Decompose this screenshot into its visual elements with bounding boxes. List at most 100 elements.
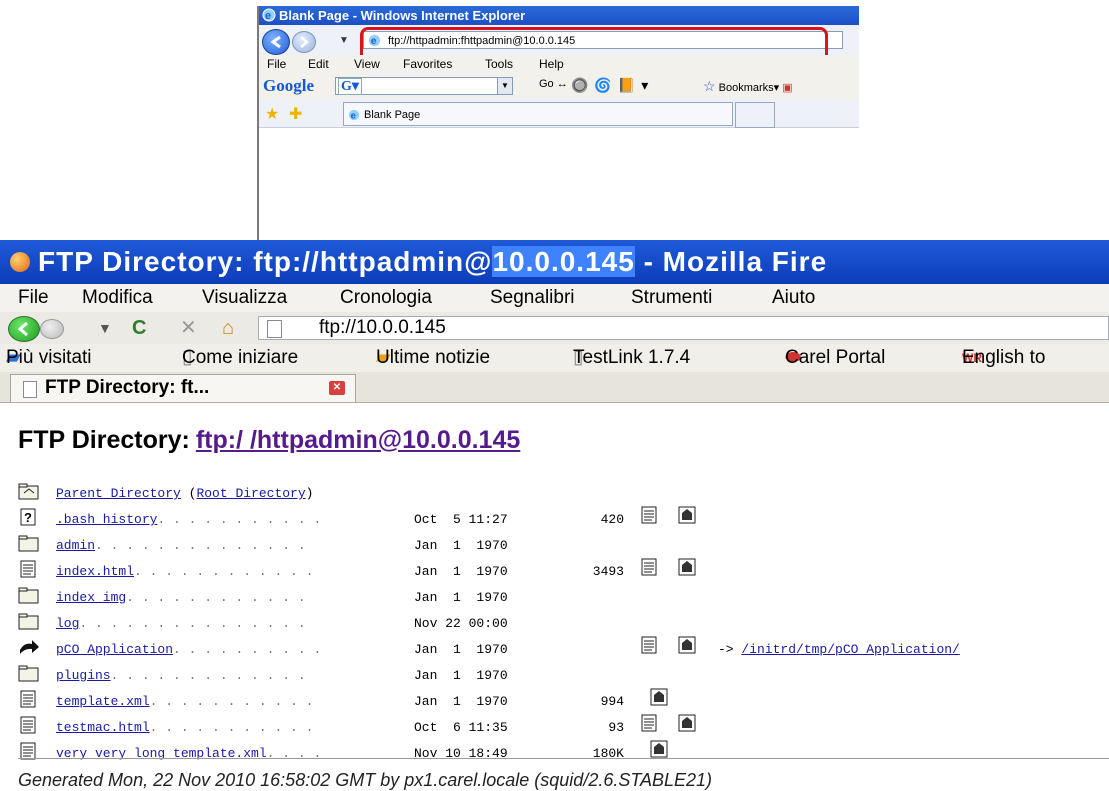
file-link[interactable]: template.xml xyxy=(56,694,150,709)
file-name-cell: log. . . . . . . . . . . . . . . xyxy=(56,616,306,631)
back-arrow-icon xyxy=(17,321,28,337)
file-date: Oct 6 11:35 xyxy=(414,720,508,735)
favorites-star-icon[interactable]: ★ xyxy=(265,104,279,124)
ff-menu-file[interactable]: File xyxy=(18,284,49,312)
back-arrow-icon xyxy=(270,35,281,49)
ie-address-row: ▼ e ftp://httpadmin:fhttpadmin@10.0.0.14… xyxy=(259,25,859,65)
parent-folder-icon xyxy=(18,483,39,500)
ff-menu-aiuto[interactable]: Aiuto xyxy=(772,284,815,312)
ie-bookmarks-button[interactable]: ☆ Bookmarks▾ ▣ xyxy=(703,78,793,95)
file-name-cell: testmac.html. . . . . . . . . . . xyxy=(56,720,314,735)
ie-menu-help[interactable]: Help xyxy=(539,55,564,73)
root-directory-link[interactable]: Root Directory xyxy=(196,486,305,501)
ff-history-dropdown-icon[interactable]: ▼ xyxy=(98,313,112,343)
view-button[interactable] xyxy=(640,558,658,576)
ie-new-tab-button[interactable] xyxy=(735,102,775,128)
google-go-button[interactable]: Go ↔ xyxy=(539,78,568,90)
view-file-icon[interactable] xyxy=(640,506,658,524)
download-icon[interactable] xyxy=(650,740,668,758)
ff-tab-ftp-directory[interactable]: FTP Directory: ft... ✕ xyxy=(10,374,356,402)
view-file-icon[interactable] xyxy=(640,558,658,576)
ff-menu-strumenti[interactable]: Strumenti xyxy=(631,284,712,312)
symlink-target-link[interactable]: /initrd/tmp/pCO_Application/ xyxy=(741,642,959,657)
ie-menu-tools[interactable]: Tools xyxy=(485,55,513,73)
ie-forward-button[interactable] xyxy=(292,31,316,53)
ie-menu-file[interactable]: File xyxy=(267,55,286,73)
ff-menubar: File Modifica Visualizza Cronologia Segn… xyxy=(0,284,1109,312)
download-button[interactable] xyxy=(678,558,696,576)
ie-menu-edit[interactable]: Edit xyxy=(308,55,329,73)
file-link[interactable]: log xyxy=(56,616,79,631)
star-icon: ☆ xyxy=(703,78,716,94)
file-icon xyxy=(20,560,36,578)
file-link[interactable]: pCO_Application xyxy=(56,642,173,657)
view-button[interactable] xyxy=(640,506,658,524)
file-date: Jan 1 1970 xyxy=(414,642,508,657)
ff-menu-segnalibri[interactable]: Segnalibri xyxy=(490,284,575,312)
file-date: Oct 5 11:27 xyxy=(414,512,508,527)
ie-menu-favorites[interactable]: Favorites xyxy=(403,55,452,73)
table-row: plugins. . . . . . . . . . . . . Jan 1 19… xyxy=(18,662,1078,688)
ff-forward-button[interactable] xyxy=(40,319,64,339)
ie-tab-icon: e xyxy=(348,109,360,120)
table-row: pCO_Application. . . . . . . . . . Jan 1 … xyxy=(18,636,1078,662)
ff-url-bar[interactable]: ftp://10.0.0.145 xyxy=(258,316,1109,340)
download-icon[interactable] xyxy=(678,558,696,576)
view-file-icon[interactable] xyxy=(640,714,658,732)
pagerank-icon: ▣ xyxy=(782,82,793,94)
reload-icon[interactable]: C xyxy=(132,313,146,343)
unknown-file-icon: ? xyxy=(20,508,36,526)
ie-tab-blank-page[interactable]: e Blank Page xyxy=(343,102,733,126)
view-button[interactable] xyxy=(640,636,658,654)
ie-menu-view[interactable]: View xyxy=(354,55,380,73)
download-button[interactable] xyxy=(678,506,696,524)
ie-logo-icon: e xyxy=(262,8,276,22)
download-button[interactable] xyxy=(678,636,696,654)
view-button[interactable] xyxy=(640,714,658,732)
chevron-down-icon[interactable]: ▼ xyxy=(497,78,512,94)
symlink-target: -> /initrd/tmp/pCO_Application/ xyxy=(718,642,960,657)
ff-back-button[interactable] xyxy=(8,316,40,342)
file-link[interactable]: .bash_history xyxy=(56,512,157,527)
firefox-logo-icon xyxy=(10,252,30,272)
table-row: index_img. . . . . . . . . . . . Jan 1 19… xyxy=(18,584,1078,610)
download-icon[interactable] xyxy=(678,714,696,732)
ff-bookmarks-bar: ▰ Più visitati ▯ Come iniziare ▰ Ultime … xyxy=(0,344,1109,372)
file-size: 420 xyxy=(600,512,624,527)
ff-menu-cronologia[interactable]: Cronologia xyxy=(340,284,432,312)
close-tab-icon[interactable]: ✕ xyxy=(329,381,345,395)
file-link[interactable]: index_img xyxy=(56,590,126,605)
download-icon[interactable] xyxy=(678,636,696,654)
google-search-input[interactable]: G▾ ▼ xyxy=(335,77,513,95)
forward-arrow-icon xyxy=(300,36,309,48)
download-icon[interactable] xyxy=(650,688,668,706)
ff-menu-modifica[interactable]: Modifica xyxy=(82,284,153,312)
download-icon[interactable] xyxy=(678,506,696,524)
download-button[interactable] xyxy=(650,740,668,758)
stop-icon[interactable]: ✕ xyxy=(180,313,197,343)
svg-text:e: e xyxy=(265,10,271,22)
file-link[interactable]: testmac.html xyxy=(56,720,150,735)
heading-link[interactable]: ftp:/ /httpadmin@10.0.0.145 xyxy=(196,426,520,454)
table-row: log. . . . . . . . . . . . . . . Nov 22 0… xyxy=(18,610,1078,636)
download-button[interactable] xyxy=(650,688,668,706)
view-file-icon[interactable] xyxy=(640,636,658,654)
toolbar-icons[interactable]: 🔘🌀📙▾ xyxy=(571,77,654,94)
home-icon[interactable]: ⌂ xyxy=(222,313,234,343)
ff-title-highlight: 10.0.0.145 xyxy=(492,246,635,277)
file-size: 93 xyxy=(608,720,624,735)
ie-back-button[interactable] xyxy=(262,29,290,55)
file-link[interactable]: plugins xyxy=(56,668,111,683)
ff-menu-visualizza[interactable]: Visualizza xyxy=(202,284,287,312)
file-link[interactable]: admin xyxy=(56,538,95,553)
ie-history-dropdown-icon[interactable]: ▼ xyxy=(339,35,349,46)
file-date: Jan 1 1970 xyxy=(414,538,508,553)
parent-directory-row: Parent Directory (Root Directory) xyxy=(18,480,1078,506)
download-button[interactable] xyxy=(678,714,696,732)
google-g-icon[interactable]: G▾ xyxy=(338,78,362,95)
file-date: Jan 1 1970 xyxy=(414,590,508,605)
file-date: Jan 1 1970 xyxy=(414,668,508,683)
parent-directory-link[interactable]: Parent Directory xyxy=(56,486,181,501)
file-link[interactable]: index.html xyxy=(56,564,134,579)
add-favorite-icon[interactable]: ✚ xyxy=(289,104,302,124)
